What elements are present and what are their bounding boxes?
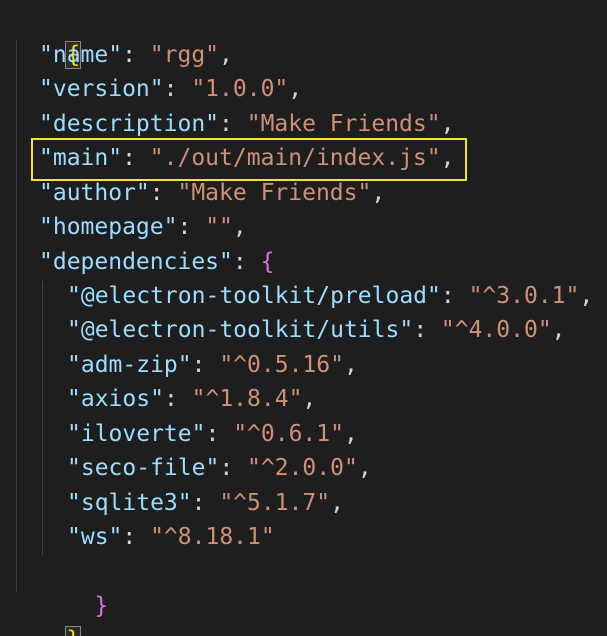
json-comma: , [302,386,317,412]
json-comma: , [330,490,344,516]
code-line-open[interactable]: { [11,4,82,69]
json-value: "" [205,214,233,240]
json-colon: : [149,180,178,206]
code-line-dependencies[interactable]: "dependencies": { [39,245,274,279]
json-comma: , [219,42,233,68]
json-colon: : [205,421,234,447]
code-line-dep[interactable]: "iloverte": "^0.6.1", [67,417,358,451]
json-key: "name" [39,42,123,68]
json-key: "axios" [67,386,164,412]
code-line-dep[interactable]: "@electron-toolkit/preload": "^3.0.1", [67,279,593,313]
indent-guide-outer [16,40,17,592]
code-editor[interactable]: { "name": "rgg", "version": "1.0.0", "de… [0,0,607,636]
json-key: "iloverte" [67,421,206,447]
json-key: "seco-file" [67,455,220,481]
json-colon: : [440,283,469,309]
json-value: "1.0.0" [191,76,289,102]
json-comma: , [579,283,594,309]
json-key: "description" [39,111,220,137]
json-comma: , [551,317,566,343]
json-colon: : [219,455,248,481]
code-line-homepage[interactable]: "homepage": "", [39,210,247,244]
json-comma: , [371,180,386,206]
json-colon: : [232,249,261,275]
json-key: "adm-zip" [67,352,192,378]
json-value: "Make Friends" [177,180,372,206]
code-line-dep[interactable]: "adm-zip": "^0.5.16", [67,348,358,382]
main-line-highlight-box [31,138,467,181]
json-value: "^3.0.1" [468,283,580,309]
json-comma: , [232,214,247,240]
code-line-author[interactable]: "author": "Make Friends", [39,176,385,210]
json-key: "@electron-toolkit/utils" [67,317,414,343]
json-comma: , [343,421,358,447]
code-line-name[interactable]: "name": "rgg", [39,38,233,72]
json-value: "Make Friends" [246,111,441,137]
json-colon: : [413,317,441,343]
code-line-version[interactable]: "version": "1.0.0", [39,72,302,106]
code-line-dep[interactable]: "ws": "^8.18.1" [67,520,275,554]
dependencies-close-brace: } [94,593,109,619]
json-value: "^2.0.0" [247,455,358,481]
indent-guide-inner [42,281,43,555]
json-comma: , [440,111,455,137]
json-value: "^0.5.16" [219,352,344,378]
json-value: "^1.8.4" [191,386,303,412]
json-key: "@electron-toolkit/preload" [67,283,441,309]
json-key: "sqlite3" [67,490,192,516]
json-colon: : [122,524,151,550]
json-colon: : [163,76,192,102]
json-value: "^4.0.0" [440,317,552,343]
json-key: "dependencies" [39,249,233,275]
json-colon: : [191,490,220,516]
close-brace: } [65,626,82,636]
json-colon: : [219,111,247,137]
json-colon: : [191,352,220,378]
json-colon: : [177,214,206,240]
json-key: "author" [39,180,150,206]
json-colon: : [122,42,150,68]
json-value: "^5.1.7" [219,490,331,516]
json-key: "homepage" [39,214,178,240]
code-line-dep[interactable]: "@electron-toolkit/utils": "^4.0.0", [67,313,566,347]
json-value: "^0.6.1" [233,421,344,447]
json-value: "^8.18.1" [150,524,275,550]
json-value: "rgg" [149,42,220,68]
code-line-dep[interactable]: "sqlite3": "^5.1.7", [67,486,344,520]
code-line-dep[interactable]: "axios": "^1.8.4", [67,382,316,416]
code-line-dep[interactable]: "seco-file": "^2.0.0", [67,451,372,485]
json-comma: , [343,352,358,378]
json-key: "version" [39,76,164,102]
json-comma: , [357,455,372,481]
code-line-dependencies-close[interactable]: } [39,555,108,619]
dependencies-open-brace: { [260,249,275,275]
json-comma: , [288,76,303,102]
code-line-description[interactable]: "description": "Make Friends", [39,107,454,141]
json-colon: : [163,386,192,412]
code-line-close[interactable]: } [11,589,82,636]
json-key: "ws" [67,524,123,550]
